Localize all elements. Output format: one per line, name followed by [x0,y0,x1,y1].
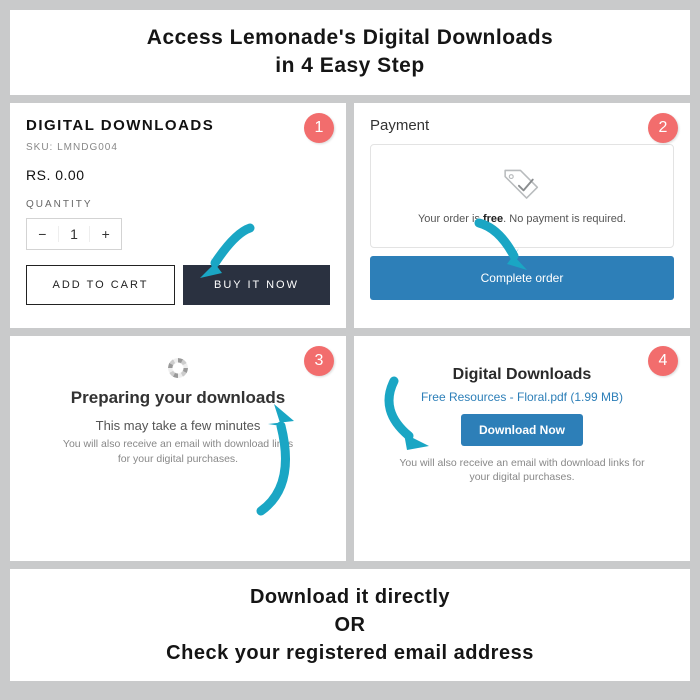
download-note: You will also receive an email with down… [370,456,674,485]
preparing-subtitle: This may take a few minutes [26,418,330,433]
arrow-icon [369,376,444,456]
loading-spinner-icon [168,358,188,378]
step-badge-4: 4 [648,346,678,376]
quantity-plus[interactable]: + [90,226,121,242]
payment-free-text: Your order is free. No payment is requir… [418,213,626,225]
step-1-card: 1 DIGITAL DOWNLOADS SKU: LMNDG004 RS. 0.… [10,103,346,328]
header-banner: Access Lemonade's Digital Downloads in 4… [10,10,690,95]
buy-now-button[interactable]: BUY IT NOW [183,265,330,305]
product-title: DIGITAL DOWNLOADS [26,117,330,134]
product-price: RS. 0.00 [26,167,330,183]
step-badge-2: 2 [648,113,678,143]
quantity-label: QUANTITY [26,199,330,210]
complete-order-button[interactable]: Complete order [370,256,674,300]
quantity-stepper[interactable]: − 1 + [26,218,122,250]
footer-text: Download it directly OR Check your regis… [30,583,670,667]
header-title: Access Lemonade's Digital Downloads in 4… [30,24,670,81]
preparing-note: You will also receive an email with down… [26,437,330,466]
add-to-cart-button[interactable]: ADD TO CART [26,265,175,305]
step-badge-1: 1 [304,113,334,143]
download-now-button[interactable]: Download Now [461,414,583,446]
quantity-value: 1 [58,226,91,242]
step-3-card: 3 Preparing your downloads This may take… [10,336,346,561]
product-sku: SKU: LMNDG004 [26,142,330,153]
payment-title: Payment [370,117,674,134]
footer-banner: Download it directly OR Check your regis… [10,569,690,681]
step-4-card: 4 Digital Downloads Free Resources - Flo… [354,336,690,561]
preparing-title: Preparing your downloads [26,388,330,408]
download-file-link[interactable]: Free Resources - Floral.pdf (1.99 MB) [370,390,674,404]
payment-free-box: Your order is free. No payment is requir… [370,144,674,248]
step-badge-3: 3 [304,346,334,376]
step-2-card: 2 Payment Your order is free. No payment… [354,103,690,328]
steps-grid: 1 DIGITAL DOWNLOADS SKU: LMNDG004 RS. 0.… [10,103,690,561]
price-tag-check-icon [499,167,545,203]
downloads-title: Digital Downloads [370,366,674,384]
quantity-minus[interactable]: − [27,226,58,242]
